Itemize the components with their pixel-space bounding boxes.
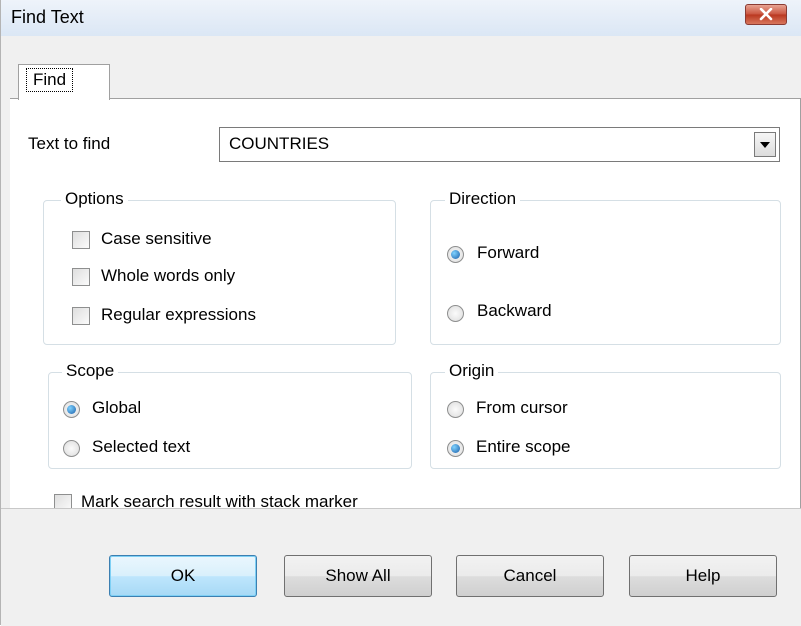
case-sensitive-checkbox[interactable] — [72, 231, 90, 249]
scope-group-title: Scope — [62, 361, 119, 381]
chevron-down-icon — [760, 142, 770, 148]
tab-find-label: Find — [26, 68, 74, 92]
whole-words-label[interactable]: Whole words only — [101, 266, 235, 286]
from-cursor-label[interactable]: From cursor — [476, 398, 568, 418]
case-sensitive-label[interactable]: Case sensitive — [101, 229, 212, 249]
close-icon — [759, 8, 773, 21]
regular-expressions-label[interactable]: Regular expressions — [101, 305, 256, 325]
backward-radio[interactable] — [447, 305, 464, 322]
cancel-button[interactable]: Cancel — [456, 555, 604, 597]
tab-strip — [1, 36, 801, 98]
entire-scope-radio[interactable] — [447, 440, 464, 457]
text-to-find-value: COUNTRIES — [229, 134, 330, 153]
options-group-title: Options — [61, 189, 128, 209]
help-button[interactable]: Help — [629, 555, 777, 597]
selected-text-label[interactable]: Selected text — [92, 437, 190, 457]
find-text-dialog: Find Text Find Text to find COUNTRIES Op… — [0, 0, 801, 626]
dropdown-button[interactable] — [754, 132, 776, 157]
entire-scope-label[interactable]: Entire scope — [476, 437, 571, 457]
global-label[interactable]: Global — [92, 398, 141, 418]
direction-group-title: Direction — [445, 189, 521, 209]
whole-words-checkbox[interactable] — [72, 268, 90, 286]
close-button[interactable] — [745, 4, 787, 25]
from-cursor-radio[interactable] — [447, 401, 464, 418]
ok-button[interactable]: OK — [109, 555, 257, 597]
title-bar[interactable]: Find Text — [1, 0, 801, 37]
forward-radio[interactable] — [447, 246, 464, 263]
global-radio[interactable] — [63, 401, 80, 418]
text-to-find-combobox[interactable]: COUNTRIES — [219, 127, 780, 162]
direction-group — [430, 200, 781, 345]
selected-text-radio[interactable] — [63, 440, 80, 457]
backward-label[interactable]: Backward — [477, 301, 552, 321]
forward-label[interactable]: Forward — [477, 243, 539, 263]
origin-group-title: Origin — [445, 361, 499, 381]
show-all-button[interactable]: Show All — [284, 555, 432, 597]
text-to-find-label: Text to find — [28, 134, 111, 153]
tab-find[interactable]: Find — [18, 64, 110, 100]
regular-expressions-checkbox[interactable] — [72, 307, 90, 325]
window-title: Find Text — [11, 7, 84, 27]
